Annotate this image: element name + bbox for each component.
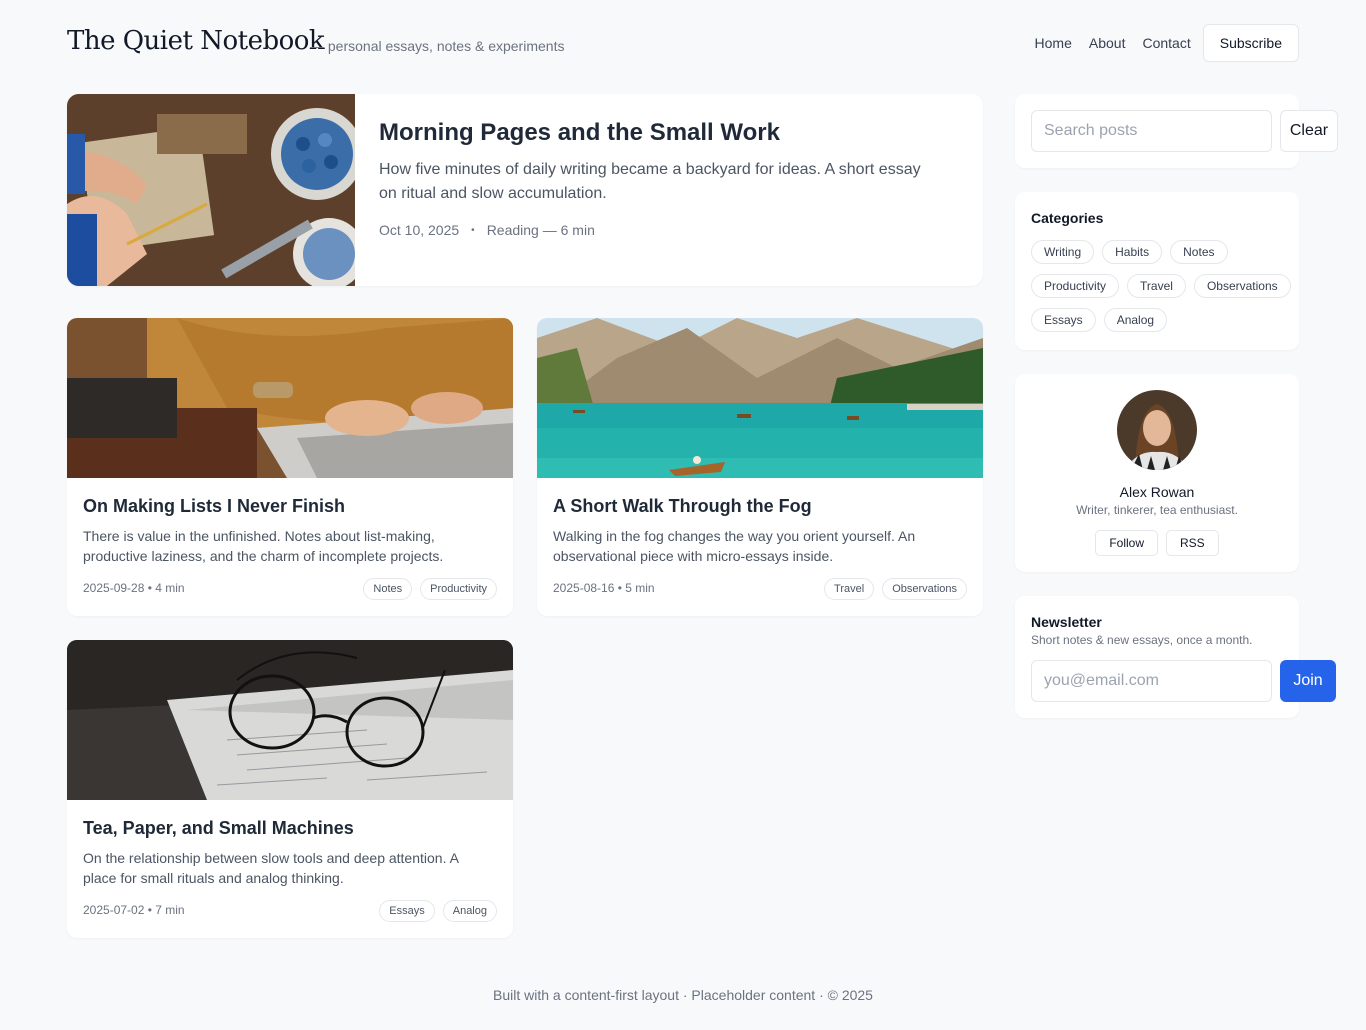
category-chip[interactable]: Essays xyxy=(1031,308,1096,332)
category-chip[interactable]: Notes xyxy=(1170,240,1228,264)
featured-body: Morning Pages and the Small Work How fiv… xyxy=(379,118,939,238)
category-chip[interactable]: Analog xyxy=(1103,308,1168,332)
post-excerpt: On the relationship between slow tools a… xyxy=(83,850,459,886)
post-meta: 2025-07-02 • 7 min xyxy=(83,903,185,917)
meta-separator: • xyxy=(471,224,475,236)
newsletter-heading: Newsletter xyxy=(1031,614,1102,630)
post-tag[interactable]: Essays xyxy=(379,900,435,922)
category-chip[interactable]: Productivity xyxy=(1031,274,1120,298)
post-tags: Notes Productivity xyxy=(363,578,497,600)
featured-date: Oct 10, 2025 xyxy=(379,222,460,238)
nav-contact-link[interactable]: Contact xyxy=(1142,35,1190,51)
nav-about-link[interactable]: About xyxy=(1089,35,1126,51)
site-header: The Quiet Notebook — personal essays, no… xyxy=(67,24,1299,64)
category-chip[interactable]: Observations xyxy=(1193,274,1291,298)
categories-panel: Categories Writing Habits Notes Producti… xyxy=(1015,192,1299,350)
newsletter-panel: Newsletter Short notes & new essays, onc… xyxy=(1015,596,1336,718)
subscribe-button[interactable]: Subscribe xyxy=(1202,24,1299,62)
newsletter-subtitle: Short notes & new essays, once a month. xyxy=(1031,633,1253,647)
post-tags: Essays Analog xyxy=(379,900,497,922)
featured-meta: Oct 10, 2025 • Reading — 6 min xyxy=(379,222,939,238)
post-title[interactable]: On Making Lists I Never Finish xyxy=(83,496,345,517)
clear-button[interactable]: Clear xyxy=(1280,110,1338,152)
category-list: Writing Habits Notes Productivity Travel… xyxy=(1031,240,1291,332)
category-chip[interactable]: Habits xyxy=(1102,240,1163,264)
post-card[interactable]: Tea, Paper, and Small Machines On the re… xyxy=(67,640,513,938)
post-meta: 2025-09-28 • 4 min xyxy=(83,581,185,595)
post-image xyxy=(67,640,513,800)
author-actions: Follow RSS xyxy=(1015,530,1299,556)
post-tags: Travel Observations xyxy=(824,578,967,600)
author-bio: Writer, tinkerer, tea enthusiast. xyxy=(1076,503,1238,517)
category-chip[interactable]: Travel xyxy=(1127,274,1186,298)
featured-reading-time: Reading — 6 min xyxy=(486,222,595,238)
rss-button[interactable]: RSS xyxy=(1166,530,1219,556)
site-tagline: — personal essays, notes & experiments xyxy=(310,38,565,54)
featured-image xyxy=(67,94,355,286)
post-image xyxy=(537,318,983,478)
main-nav: Home About Contact Subscribe xyxy=(1035,24,1299,62)
avatar xyxy=(1117,390,1197,470)
nav-home-link[interactable]: Home xyxy=(1035,35,1072,51)
search-panel: Search posts Clear xyxy=(1015,94,1338,168)
post-card[interactable]: On Making Lists I Never Finish There is … xyxy=(67,318,513,616)
author-name: Alex Rowan xyxy=(1119,484,1195,500)
post-tag[interactable]: Travel xyxy=(824,578,875,600)
post-tag[interactable]: Analog xyxy=(442,900,497,922)
post-tag[interactable]: Observations xyxy=(882,578,967,600)
post-title[interactable]: A Short Walk Through the Fog xyxy=(553,496,812,517)
post-title[interactable]: Tea, Paper, and Small Machines xyxy=(83,818,354,839)
follow-button[interactable]: Follow xyxy=(1095,530,1158,556)
site-title[interactable]: The Quiet Notebook xyxy=(67,26,325,56)
post-meta: 2025-08-16 • 5 min xyxy=(553,581,655,595)
search-input[interactable]: Search posts xyxy=(1031,110,1272,152)
author-panel: Alex Rowan Writer, tinkerer, tea enthusi… xyxy=(1015,374,1299,572)
categories-heading: Categories xyxy=(1031,210,1104,226)
category-chip[interactable]: Writing xyxy=(1031,240,1095,264)
featured-title[interactable]: Morning Pages and the Small Work xyxy=(379,118,939,148)
site-footer: Built with a content-first layout · Plac… xyxy=(493,987,873,1003)
post-excerpt: There is value in the unfinished. Notes … xyxy=(83,528,444,564)
post-tag[interactable]: Notes xyxy=(363,578,413,600)
join-button[interactable]: Join xyxy=(1280,660,1336,702)
featured-post-card[interactable]: Morning Pages and the Small Work How fiv… xyxy=(67,94,983,286)
post-tag[interactable]: Productivity xyxy=(420,578,497,600)
post-excerpt: Walking in the fog changes the way you o… xyxy=(553,528,916,564)
post-card[interactable]: A Short Walk Through the Fog Walking in … xyxy=(537,318,983,616)
email-field[interactable]: you@email.com xyxy=(1031,660,1272,702)
featured-excerpt: How five minutes of daily writing became… xyxy=(379,161,921,202)
post-image xyxy=(67,318,513,478)
